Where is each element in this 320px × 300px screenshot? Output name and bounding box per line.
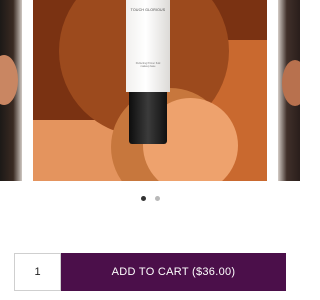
- product-tube: TOUCH GLORIOUS Perfecting Primer fluid m…: [126, 0, 170, 145]
- next-slide-image[interactable]: [278, 0, 300, 181]
- pagination-dot-1[interactable]: [140, 196, 146, 201]
- pagination-dot-2[interactable]: [154, 196, 160, 201]
- carousel-pagination: [0, 196, 300, 204]
- quantity-input[interactable]: [14, 253, 61, 291]
- add-to-cart-button[interactable]: ADD TO CART ($36.00): [61, 253, 286, 291]
- product-brand-text: TOUCH GLORIOUS: [130, 8, 166, 12]
- previous-slide-image[interactable]: [0, 0, 22, 181]
- product-fine-print: Perfecting Primer fluid makeup base: [135, 62, 161, 68]
- product-image: TOUCH GLORIOUS Perfecting Primer fluid m…: [33, 0, 267, 181]
- product-image-carousel[interactable]: TOUCH GLORIOUS Perfecting Primer fluid m…: [0, 0, 300, 181]
